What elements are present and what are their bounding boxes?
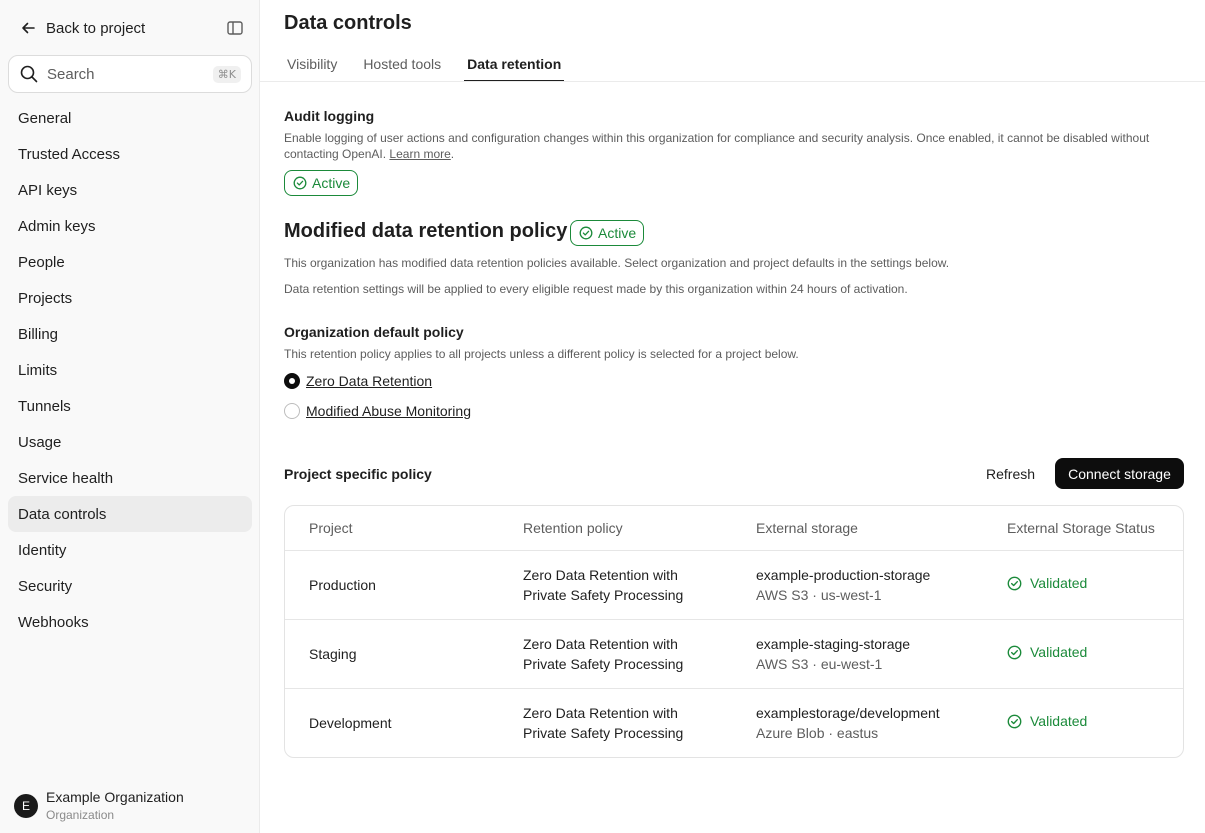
radio-modified-abuse-monitoring[interactable]: Modified Abuse Monitoring <box>284 403 471 419</box>
sidebar-item-people[interactable]: People <box>8 244 252 280</box>
policy-line-2: Private Safety Processing <box>523 725 684 741</box>
audit-logging-heading: Audit logging <box>284 108 375 124</box>
org-policy-description: This retention policy applies to all pro… <box>284 347 799 361</box>
check-circle-icon <box>1007 645 1022 659</box>
sidebar-item-admin-keys[interactable]: Admin keys <box>8 208 252 244</box>
sidebar-item-service-health[interactable]: Service health <box>8 460 252 496</box>
policy-line-2: Private Safety Processing <box>523 587 684 603</box>
audit-description-period: . <box>450 147 455 161</box>
storage-name: example-staging-storage <box>756 636 911 652</box>
column-header-retention-policy: Retention policy <box>523 520 623 536</box>
org-name: Example Organization <box>46 789 184 805</box>
sidebar-item-projects[interactable]: Projects <box>8 280 252 316</box>
status-label: Validated <box>1030 713 1088 729</box>
sidebar-item-limits[interactable]: Limits <box>8 352 252 388</box>
status-label: Validated <box>1030 575 1088 591</box>
sidebar-item-trusted-access[interactable]: Trusted Access <box>8 136 252 172</box>
sidebar-item-identity[interactable]: Identity <box>8 532 252 568</box>
sidebar-item-security[interactable]: Security <box>8 568 252 604</box>
check-circle-icon <box>293 176 307 190</box>
radio-button[interactable] <box>284 403 300 419</box>
tab-bar: Visibility Hosted tools Data retention <box>284 50 584 82</box>
sidebar-item-data-controls[interactable]: Data controls <box>8 496 252 532</box>
project-policy-heading: Project specific policy <box>284 466 432 482</box>
storage-status: Validated <box>1007 713 1087 729</box>
sidebar-item-webhooks[interactable]: Webhooks <box>8 604 252 640</box>
audit-logging-description: Enable logging of user actions and confi… <box>284 130 1184 162</box>
check-circle-icon <box>1007 714 1022 728</box>
refresh-button[interactable]: Refresh <box>974 458 1047 489</box>
tab-data-retention[interactable]: Data retention <box>464 50 565 82</box>
page-title: Data controls <box>284 12 412 34</box>
column-header-storage-status: External Storage Status <box>1007 520 1155 536</box>
organization-switcher[interactable]: E Example Organization Organization <box>14 788 184 824</box>
table-row[interactable]: Staging Zero Data Retention with Private… <box>285 620 1183 689</box>
org-policy-heading: Organization default policy <box>284 324 464 340</box>
storage-location: Azure Blob · eastus <box>756 725 879 741</box>
radio-label-zero-data-retention[interactable]: Zero Data Retention <box>306 373 432 389</box>
sidebar-item-usage[interactable]: Usage <box>8 424 252 460</box>
radio-zero-data-retention[interactable]: Zero Data Retention <box>284 373 432 389</box>
retention-status-badge: Active <box>570 220 645 246</box>
search-placeholder: Search <box>47 65 95 83</box>
project-policy-table: Project Retention policy External storag… <box>284 505 1184 758</box>
policy-line-1: Zero Data Retention with <box>523 636 678 652</box>
storage-name: example-production-storage <box>756 567 931 583</box>
search-shortcut: ⌘K <box>212 65 241 83</box>
project-name: Development <box>309 715 392 731</box>
sidebar-toggle-icon[interactable] <box>226 19 244 37</box>
radio-button-selected[interactable] <box>284 373 300 389</box>
radio-label-modified-abuse-monitoring[interactable]: Modified Abuse Monitoring <box>306 403 471 419</box>
column-header-project: Project <box>309 520 353 536</box>
retention-status-label: Active <box>598 225 637 241</box>
sidebar-item-general[interactable]: General <box>8 100 252 136</box>
storage-location: AWS S3 · us-west-1 <box>756 587 882 603</box>
audit-status-label: Active <box>312 175 351 191</box>
retention-description-1: This organization has modified data rete… <box>284 256 950 270</box>
policy-line-1: Zero Data Retention with <box>523 705 678 721</box>
sidebar-item-tunnels[interactable]: Tunnels <box>8 388 252 424</box>
retention-policy-cell: Zero Data Retention with Private Safety … <box>523 703 683 743</box>
retention-description-2: Data retention settings will be applied … <box>284 282 908 296</box>
external-storage-cell: examplestorage/development Azure Blob · … <box>756 703 940 743</box>
sidebar-item-api-keys[interactable]: API keys <box>8 172 252 208</box>
audit-status-badge: Active <box>284 170 359 196</box>
external-storage-cell: example-production-storage AWS S3 · us-w… <box>756 565 930 605</box>
back-to-project-link[interactable]: Back to project <box>18 16 250 40</box>
retention-policy-cell: Zero Data Retention with Private Safety … <box>523 565 683 605</box>
avatar: E <box>14 794 38 818</box>
storage-status: Validated <box>1007 575 1087 591</box>
org-role: Organization <box>46 808 115 822</box>
retention-heading: Modified data retention policy <box>284 220 568 242</box>
table-row[interactable]: Production Zero Data Retention with Priv… <box>285 551 1183 620</box>
column-header-external-storage: External storage <box>756 520 858 536</box>
storage-location: AWS S3 · eu-west-1 <box>756 656 883 672</box>
search-input[interactable]: Search ⌘K <box>8 55 252 93</box>
table-row[interactable]: Development Zero Data Retention with Pri… <box>285 689 1183 757</box>
back-to-project-label: Back to project <box>46 19 146 37</box>
learn-more-link[interactable]: Learn more <box>389 147 450 161</box>
arrow-left-icon <box>18 18 38 38</box>
tab-visibility[interactable]: Visibility <box>284 50 340 82</box>
external-storage-cell: example-staging-storage AWS S3 · eu-west… <box>756 634 910 674</box>
storage-name: examplestorage/development <box>756 705 940 721</box>
tab-hosted-tools[interactable]: Hosted tools <box>360 50 444 82</box>
storage-status: Validated <box>1007 644 1087 660</box>
tabs-divider <box>260 81 1205 82</box>
retention-policy-cell: Zero Data Retention with Private Safety … <box>523 634 683 674</box>
search-icon <box>19 64 39 84</box>
policy-line-2: Private Safety Processing <box>523 656 684 672</box>
policy-line-1: Zero Data Retention with <box>523 567 678 583</box>
table-header: Project Retention policy External storag… <box>285 506 1183 551</box>
status-label: Validated <box>1030 644 1088 660</box>
check-circle-icon <box>1007 576 1022 590</box>
sidebar-nav: General Trusted Access API keys Admin ke… <box>8 100 252 640</box>
sidebar-item-billing[interactable]: Billing <box>8 316 252 352</box>
main-content: Data controls Visibility Hosted tools Da… <box>260 0 1205 833</box>
sidebar: Back to project Search ⌘K General Truste… <box>0 0 260 833</box>
project-name: Production <box>309 577 376 593</box>
check-circle-icon <box>579 226 593 240</box>
project-name: Staging <box>309 646 357 662</box>
connect-storage-button[interactable]: Connect storage <box>1055 458 1184 489</box>
